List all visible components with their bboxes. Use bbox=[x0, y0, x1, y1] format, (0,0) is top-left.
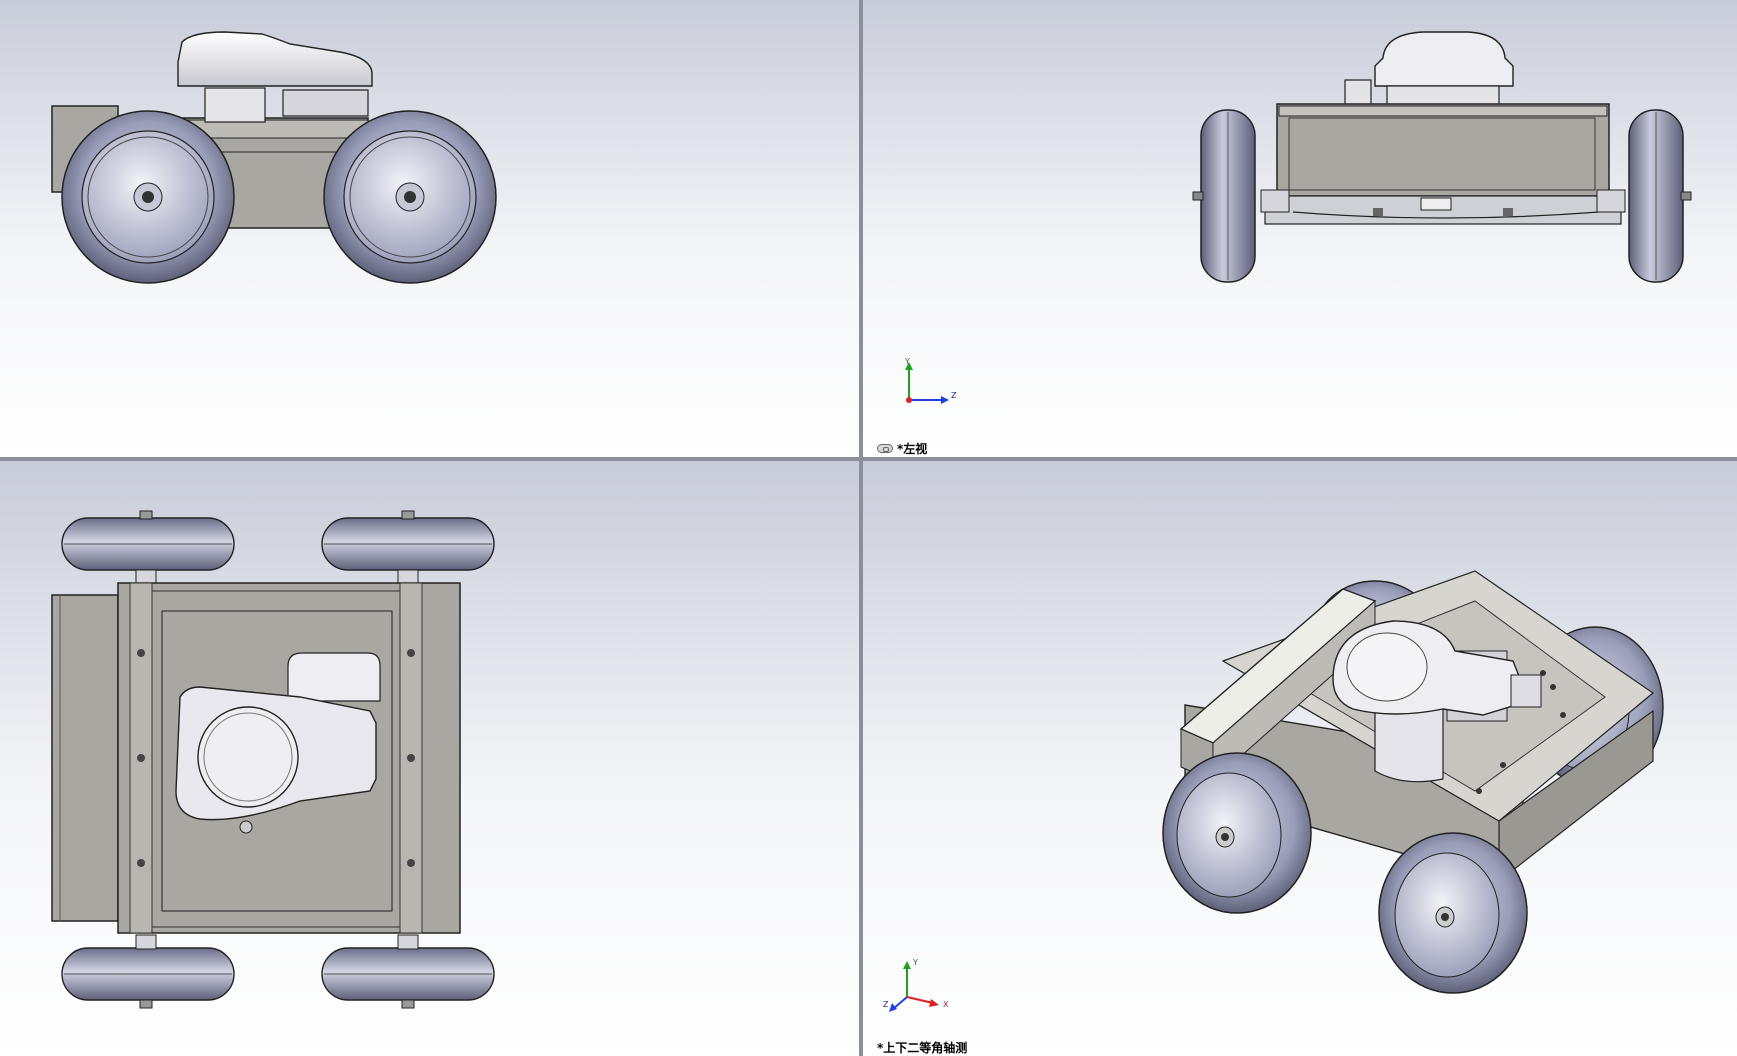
view-orientation-triad-dimetric: Y X Z bbox=[883, 958, 949, 1012]
axis-z-label: Z bbox=[883, 1000, 889, 1009]
view-label-dimetric: *上下二等角轴测 bbox=[877, 1039, 967, 1056]
battery-box bbox=[51, 594, 119, 922]
viewport-left[interactable]: Y Z *左视 bbox=[863, 0, 1737, 457]
axis-y-label: Y bbox=[912, 958, 918, 967]
viewport-front[interactable] bbox=[0, 0, 859, 457]
axis-y-label: Y bbox=[904, 357, 910, 366]
front-right-wheel bbox=[323, 110, 497, 284]
motor-dome bbox=[197, 706, 299, 808]
right-wheel-profile bbox=[1628, 109, 1692, 283]
link-view-icon[interactable] bbox=[877, 444, 893, 453]
view-name-text: *上下二等角轴测 bbox=[877, 1041, 968, 1055]
axis-z-label: Z bbox=[951, 391, 957, 400]
wheel-top-right bbox=[321, 510, 495, 585]
view-label-left: *左视 bbox=[877, 440, 927, 457]
viewport-splitter-vertical[interactable] bbox=[859, 0, 863, 1056]
viewport-top[interactable] bbox=[0, 461, 859, 1056]
robot-cart-front-model[interactable] bbox=[0, 0, 859, 457]
robot-cart-left-model[interactable] bbox=[863, 0, 1737, 457]
wheel-front-left bbox=[1162, 752, 1312, 914]
viewport-dimetric[interactable]: Y X Z *上下二等角轴测 bbox=[863, 461, 1737, 1056]
view-name-text: *左视 bbox=[897, 442, 928, 456]
left-wheel-profile bbox=[1192, 109, 1256, 283]
motor-cover bbox=[177, 31, 373, 87]
wheel-front-right bbox=[1378, 832, 1528, 994]
four-viewport-layout: Y Z *左视 Y X Z *上下二等角轴测 bbox=[0, 0, 1737, 1056]
front-left-wheel bbox=[61, 110, 235, 284]
motor-bracket bbox=[287, 652, 381, 702]
wheel-top-left bbox=[61, 510, 235, 585]
viewport-splitter-horizontal[interactable] bbox=[0, 457, 1737, 461]
view-orientation-triad: Y Z bbox=[904, 357, 957, 404]
robot-cart-dimetric-model[interactable] bbox=[863, 461, 1737, 1056]
robot-cart-top-model[interactable] bbox=[0, 461, 859, 1056]
axis-x-label: X bbox=[943, 1000, 949, 1009]
motor-cover bbox=[1374, 31, 1514, 87]
wheel-bottom-right bbox=[321, 934, 495, 1009]
axis-x-arrow bbox=[906, 996, 934, 1004]
wheel-bottom-left bbox=[61, 934, 235, 1009]
motor-column bbox=[204, 87, 266, 123]
